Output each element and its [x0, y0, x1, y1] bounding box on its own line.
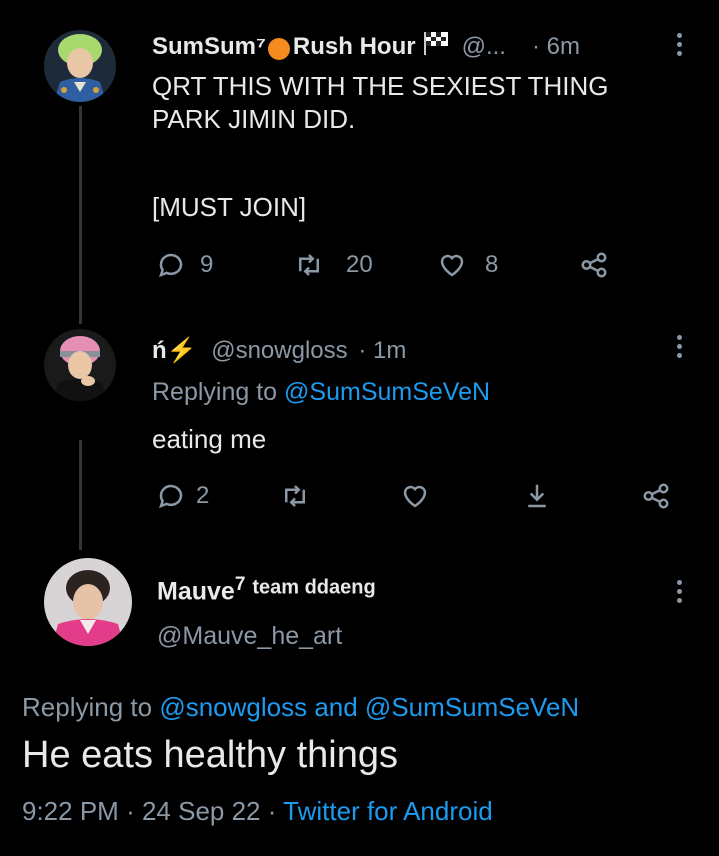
tweet3-source[interactable]: Twitter for Android: [283, 796, 493, 826]
share-icon: [581, 252, 607, 278]
share-icon: [643, 483, 669, 509]
tweet3-name-main: Mauve: [157, 577, 235, 606]
thread-line-1: [79, 106, 82, 324]
tweet1-more-icon[interactable]: [677, 33, 683, 60]
tweet3-name-suffix: team ddaeng: [252, 576, 376, 599]
tweet2-time[interactable]: · 1m: [358, 337, 406, 364]
tweet3-handle[interactable]: @Mauve_he_art: [157, 622, 342, 651]
tweet1-text-line3: [MUST JOIN]: [152, 192, 307, 222]
tweet3-replying-link[interactable]: @snowgloss and @SumSumSeVeN: [159, 692, 579, 722]
retweet-icon: [299, 254, 319, 276]
meta-separator: ·: [126, 796, 142, 826]
tweet3-meta: 9:22 PM · 24 Sep 22 · Twitter for Androi…: [22, 796, 493, 827]
avatar-sumsum[interactable]: [44, 30, 116, 102]
thread-line-2: [79, 440, 82, 550]
tweet2-retweet-button[interactable]: [280, 481, 310, 511]
tweet3-text: He eats healthy things: [22, 734, 399, 776]
download-icon: [528, 484, 546, 508]
tweet2-reply-button[interactable]: 2: [156, 481, 209, 511]
tweet1-text: QRT THIS WITH THE SEXIEST THING PARK JIM…: [152, 70, 609, 224]
orange-icon: [267, 37, 290, 60]
tweet1-text-line2: PARK JIMIN DID.: [152, 104, 356, 134]
tweet1-text-line1: QRT THIS WITH THE SEXIEST THING: [152, 71, 609, 101]
tweet1-reply-count: 9: [200, 251, 214, 278]
tweet2-display-name[interactable]: ń⚡: [152, 337, 197, 364]
reply-icon: [159, 484, 183, 509]
tweet2-text: eating me: [152, 424, 267, 454]
tweet2-handle[interactable]: @snowgloss: [211, 337, 347, 364]
tweet1-reply-button[interactable]: 9: [156, 250, 213, 280]
tweet1-share-button[interactable]: [579, 250, 609, 280]
tweet3-date[interactable]: 24 Sep 22: [142, 796, 261, 826]
tweet2-replying-prefix: Replying to: [152, 378, 285, 406]
tweet3-time[interactable]: 9:22 PM: [22, 796, 119, 826]
tweet2-download-button[interactable]: [522, 481, 552, 511]
tweet1-like-button[interactable]: 8: [437, 250, 498, 280]
avatar-snowgloss[interactable]: [44, 329, 116, 401]
checkered-flag-icon: [422, 30, 450, 63]
tweet2-header: ń⚡ @snowgloss · 1m: [152, 336, 406, 365]
tweet1-retweet-count: 20: [346, 251, 373, 278]
tweet3-more-icon[interactable]: [677, 580, 683, 607]
tweet2-share-button[interactable]: [641, 481, 671, 511]
tweet1-header: SumSum⁷ Rush Hour @... · 6m: [152, 30, 580, 63]
meta-separator: ·: [267, 796, 284, 826]
like-icon: [403, 485, 427, 508]
tweet1-retweet-button[interactable]: 20: [294, 250, 373, 280]
avatar-mauve[interactable]: [44, 558, 132, 646]
tweet1-time[interactable]: · 6m: [532, 33, 580, 61]
retweet-icon: [285, 485, 305, 507]
tweet2-like-button[interactable]: [400, 481, 430, 511]
reply-icon: [159, 253, 183, 278]
tweet3-name[interactable]: Mauve7 team ddaeng: [157, 574, 376, 606]
tweet2-more-icon[interactable]: [677, 335, 683, 362]
tweet3-name-sup: 7: [234, 574, 246, 595]
tweet2-reply-count: 2: [196, 482, 210, 509]
tweet1-like-count: 8: [485, 251, 499, 278]
tweet1-handle[interactable]: @...: [462, 33, 506, 61]
tweet1-display-name-part2[interactable]: Rush Hour: [293, 33, 416, 61]
tweet3-replying: Replying to @snowgloss and @SumSumSeVeN: [22, 692, 579, 723]
like-icon: [440, 254, 464, 277]
tweet2-replying-link[interactable]: @SumSumSeVeN: [284, 378, 490, 406]
tweet3-replying-prefix: Replying to: [22, 692, 160, 722]
tweet1-display-name[interactable]: SumSum⁷: [152, 33, 266, 61]
tweet2-replying: Replying to @SumSumSeVeN: [152, 378, 490, 407]
